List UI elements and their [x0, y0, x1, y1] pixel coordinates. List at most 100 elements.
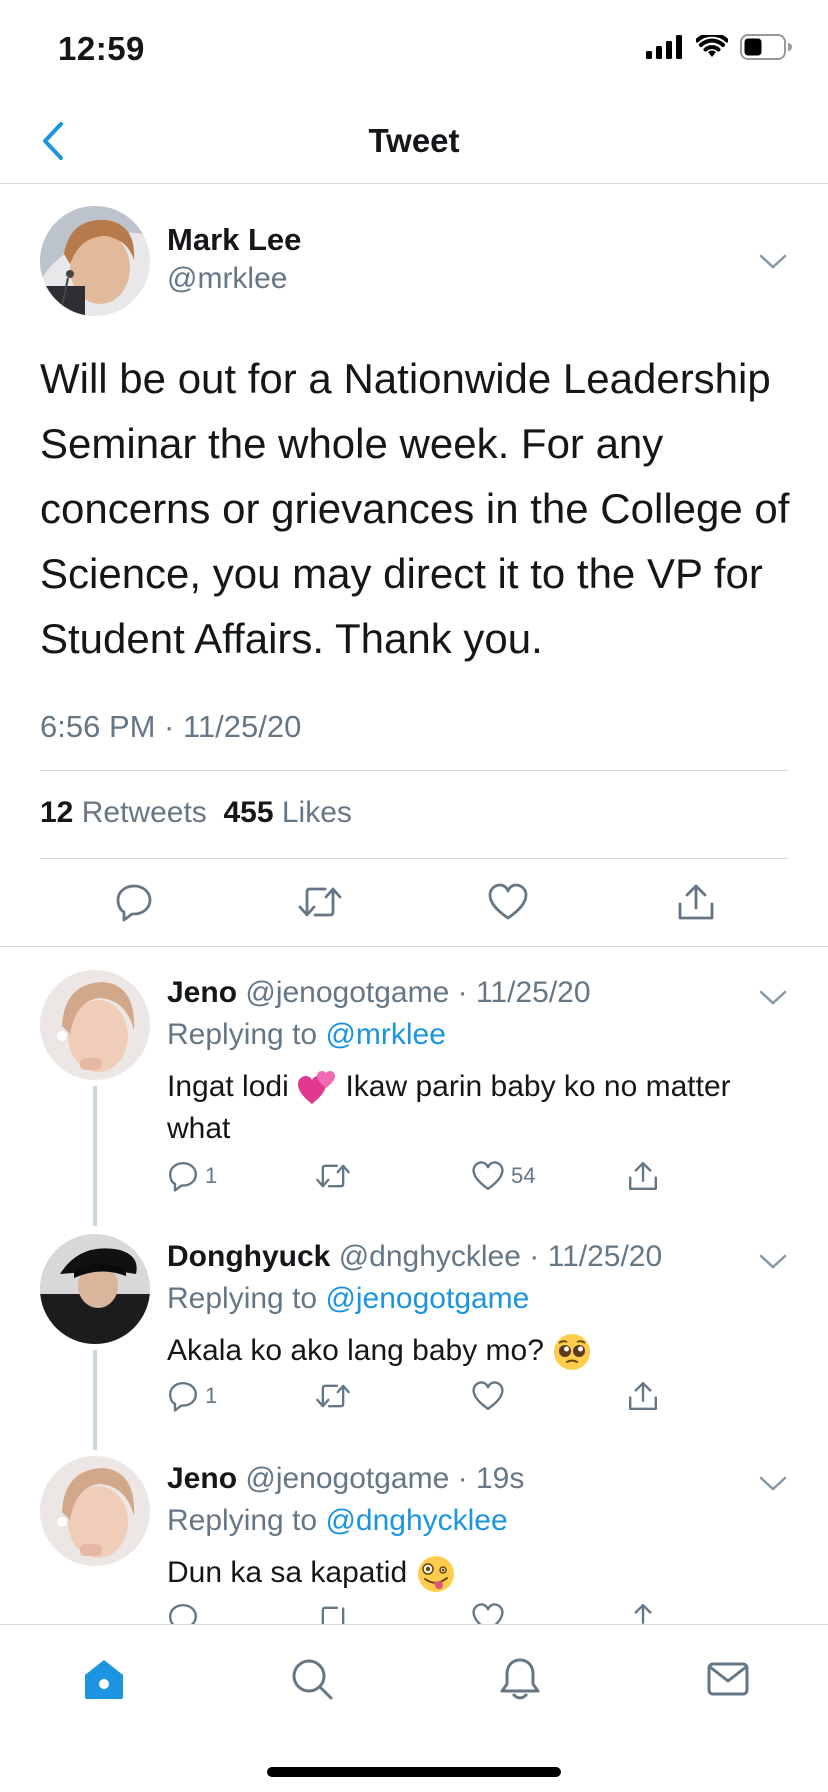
retweet-icon	[321, 1606, 345, 1624]
status-bar: 12:59	[0, 0, 828, 100]
tab-notifications[interactable]	[490, 1649, 550, 1709]
reply-button[interactable]: 1	[167, 1156, 217, 1196]
divider	[40, 858, 788, 859]
heart-icon	[472, 1381, 504, 1410]
avatar-donghyuck[interactable]	[40, 1234, 150, 1344]
author-name[interactable]: Mark Lee	[167, 222, 301, 258]
status-icons	[646, 34, 792, 60]
avatar-mark-lee[interactable]	[40, 206, 150, 316]
chevron-down-icon[interactable]	[758, 1252, 788, 1272]
mention-link[interactable]: @mrklee	[325, 1018, 445, 1051]
reply-actions	[167, 1598, 667, 1624]
reply-author-handle[interactable]: @jenogotgame	[245, 976, 449, 1009]
wifi-icon	[696, 35, 728, 57]
pleading-face-emoji	[554, 1334, 591, 1371]
signal-icon	[646, 35, 682, 59]
reply-count: 1	[205, 1163, 218, 1188]
reply-time: · 11/25/20	[529, 1240, 663, 1273]
replying-to-label: Replying to	[167, 1504, 318, 1537]
retweet-icon	[298, 887, 342, 917]
tab-home[interactable]	[74, 1649, 134, 1709]
like-button[interactable]: 54	[471, 1156, 535, 1196]
share-icon	[629, 1382, 657, 1410]
mention-link[interactable]: @jenogotgame	[325, 1282, 529, 1315]
reply-author-name[interactable]: Jeno	[167, 1462, 237, 1495]
two-hearts-emoji	[298, 1071, 336, 1105]
reply-actions: 1	[167, 1376, 667, 1416]
like-button[interactable]	[478, 872, 538, 932]
reply-text-part: Ingat lodi	[167, 1070, 289, 1103]
reply-tweet[interactable]: Jeno @jenogotgame · 11/25/20 Replying to…	[0, 970, 828, 1210]
like-count: 54	[511, 1163, 536, 1188]
reply-text: Ingat lodi Ikaw parin baby ko no matter …	[167, 1066, 797, 1150]
tab-bar	[0, 1624, 828, 1792]
author-handle[interactable]: @mrklee	[167, 262, 287, 296]
avatar-jeno[interactable]	[40, 970, 150, 1080]
likes-count[interactable]: 455	[223, 796, 273, 829]
tweet-text: Will be out for a Nationwide Leadership …	[40, 355, 790, 662]
zany-face-emoji	[417, 1556, 454, 1593]
reply-icon	[169, 1604, 197, 1624]
reply-icon	[169, 1382, 197, 1412]
reply-author-name[interactable]: Donghyuck	[167, 1240, 330, 1273]
tab-messages[interactable]	[698, 1649, 758, 1709]
reply-text: Dun ka sa kapatid	[167, 1552, 797, 1594]
status-time: 12:59	[58, 30, 145, 67]
share-button[interactable]	[666, 872, 726, 932]
share-button[interactable]	[627, 1156, 659, 1196]
mail-icon	[707, 1662, 749, 1696]
reply-author-name[interactable]: Jeno	[167, 976, 237, 1009]
home-icon	[85, 1660, 123, 1699]
reply-button[interactable]	[104, 872, 164, 932]
heart-icon	[472, 1603, 504, 1624]
like-button[interactable]	[471, 1376, 511, 1416]
bell-icon	[500, 1658, 540, 1700]
share-button[interactable]	[627, 1598, 659, 1624]
search-icon	[292, 1659, 333, 1700]
chevron-down-icon[interactable]	[758, 1474, 788, 1494]
share-button[interactable]	[627, 1376, 659, 1416]
reply-count: 1	[205, 1383, 218, 1408]
retweet-icon	[316, 1384, 350, 1408]
divider	[0, 946, 828, 947]
reply-text-part: Akala ko ako lang baby mo?	[167, 1334, 544, 1367]
like-button[interactable]	[471, 1598, 505, 1624]
retweet-button[interactable]	[315, 1598, 351, 1624]
reply-time: · 11/25/20	[457, 976, 591, 1009]
share-icon	[634, 1604, 652, 1624]
avatar-jeno[interactable]	[40, 1456, 150, 1566]
replying-to: Replying to @mrklee	[167, 1018, 446, 1052]
reply-tweet[interactable]: Jeno @jenogotgame · 19s Replying to @dng…	[0, 1456, 828, 1624]
reply-button[interactable]	[167, 1598, 199, 1624]
likes-label[interactable]: Likes	[282, 796, 352, 829]
retweet-button[interactable]	[315, 1376, 357, 1416]
reply-tweet[interactable]: Donghyuck @dnghycklee · 11/25/20 Replyin…	[0, 1234, 828, 1414]
tweet-timestamp: 6:56 PM · 11/25/20	[40, 709, 302, 744]
retweet-button[interactable]	[315, 1156, 357, 1196]
chevron-down-icon[interactable]	[758, 252, 788, 272]
divider	[40, 770, 788, 771]
heart-icon	[488, 883, 528, 920]
heart-icon	[472, 1161, 504, 1190]
reply-header: Donghyuck @dnghycklee · 11/25/20	[167, 1240, 662, 1274]
reply-author-handle[interactable]: @jenogotgame	[245, 1462, 449, 1495]
reply-button[interactable]: 1	[167, 1376, 217, 1416]
retweet-icon	[316, 1164, 350, 1188]
reply-header: Jeno @jenogotgame · 11/25/20	[167, 976, 591, 1010]
retweet-button[interactable]	[290, 872, 350, 932]
home-indicator	[267, 1767, 561, 1777]
page-title: Tweet	[368, 122, 460, 159]
tab-search[interactable]	[282, 1649, 342, 1709]
reply-actions: 1 54	[167, 1156, 667, 1196]
share-icon	[678, 884, 714, 920]
replying-to-label: Replying to	[167, 1282, 318, 1315]
battery-icon	[740, 34, 792, 60]
replying-to-label: Replying to	[167, 1018, 318, 1051]
reply-author-handle[interactable]: @dnghycklee	[339, 1240, 521, 1273]
retweets-label[interactable]: Retweets	[82, 796, 207, 829]
retweets-count[interactable]: 12	[40, 796, 73, 829]
mention-link[interactable]: @dnghycklee	[325, 1504, 507, 1537]
chevron-down-icon[interactable]	[758, 988, 788, 1008]
reply-header: Jeno @jenogotgame · 19s	[167, 1462, 524, 1496]
tweet-actions	[0, 872, 828, 932]
